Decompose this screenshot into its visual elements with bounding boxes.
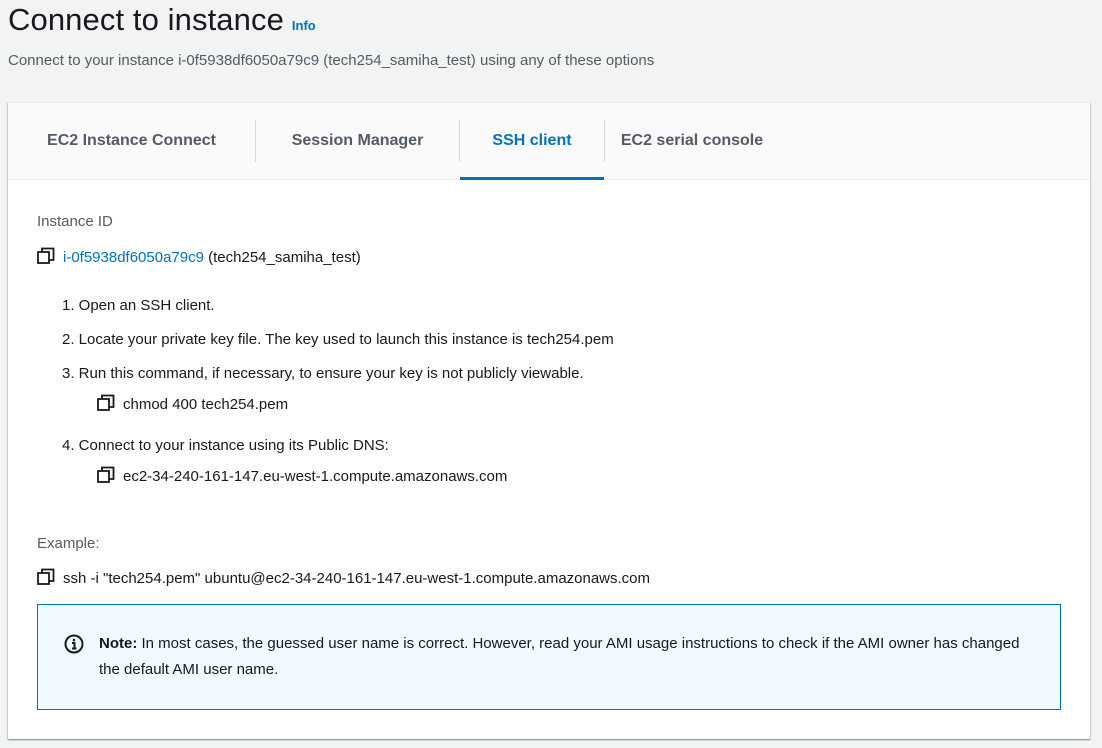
step-3: 3. Run this command, if necessary, to en… xyxy=(62,365,584,382)
step-1: 1. Open an SSH client. xyxy=(62,297,215,314)
tab-ec2-serial-console[interactable]: EC2 serial console xyxy=(605,103,779,179)
instance-id-row: i-0f5938df6050a79c9 (tech254_samiha_test… xyxy=(37,247,361,266)
note-body: Note: In most cases, the guessed user na… xyxy=(64,631,1030,683)
example-label: Example: xyxy=(37,535,100,552)
copy-icon[interactable] xyxy=(97,394,115,412)
tab-bar: EC2 Instance Connect Session Manager SSH… xyxy=(8,103,1090,180)
public-dns-command: ec2-34-240-161-147.eu-west-1.compute.ama… xyxy=(97,466,507,485)
page-header: Connect to instance Info Connect to your… xyxy=(8,0,1098,69)
instance-name: (tech254_samiha_test) xyxy=(208,249,361,266)
tab-session-manager[interactable]: Session Manager xyxy=(256,103,459,179)
step-4: 4. Connect to your instance using its Pu… xyxy=(62,437,389,454)
page-subtitle: Connect to your instance i-0f5938df6050a… xyxy=(8,52,655,69)
example-command: ssh -i "tech254.pem" ubuntu@ec2-34-240-1… xyxy=(37,568,650,587)
note-text: In most cases, the guessed user name is … xyxy=(99,635,1020,678)
copy-icon[interactable] xyxy=(97,466,115,484)
instance-id-label: Instance ID xyxy=(37,213,113,230)
note-alert: Note: In most cases, the guessed user na… xyxy=(37,604,1061,710)
info-link[interactable]: Info xyxy=(292,18,316,33)
tab-ssh-client[interactable]: SSH client xyxy=(460,103,604,180)
note-heading: Note: xyxy=(99,635,138,652)
connect-panel: EC2 Instance Connect Session Manager SSH… xyxy=(8,102,1090,739)
step-2: 2. Locate your private key file. The key… xyxy=(62,331,614,348)
copy-icon[interactable] xyxy=(37,568,55,586)
ssh-client-content: Instance ID i-0f5938df6050a79c9 (tech254… xyxy=(37,213,1064,587)
public-dns-text: ec2-34-240-161-147.eu-west-1.compute.ama… xyxy=(123,468,508,485)
chmod-command-text: chmod 400 tech254.pem xyxy=(123,396,289,413)
title-row: Connect to instance Info xyxy=(8,0,1098,44)
page-title: Connect to instance xyxy=(8,2,284,37)
chmod-command: chmod 400 tech254.pem xyxy=(97,394,288,413)
instance-id-link[interactable]: i-0f5938df6050a79c9 xyxy=(63,249,204,266)
info-circle-icon xyxy=(64,634,84,654)
example-command-text: ssh -i "tech254.pem" ubuntu@ec2-34-240-1… xyxy=(63,570,651,587)
copy-icon[interactable] xyxy=(37,247,55,265)
tab-ec2-instance-connect[interactable]: EC2 Instance Connect xyxy=(8,103,255,179)
